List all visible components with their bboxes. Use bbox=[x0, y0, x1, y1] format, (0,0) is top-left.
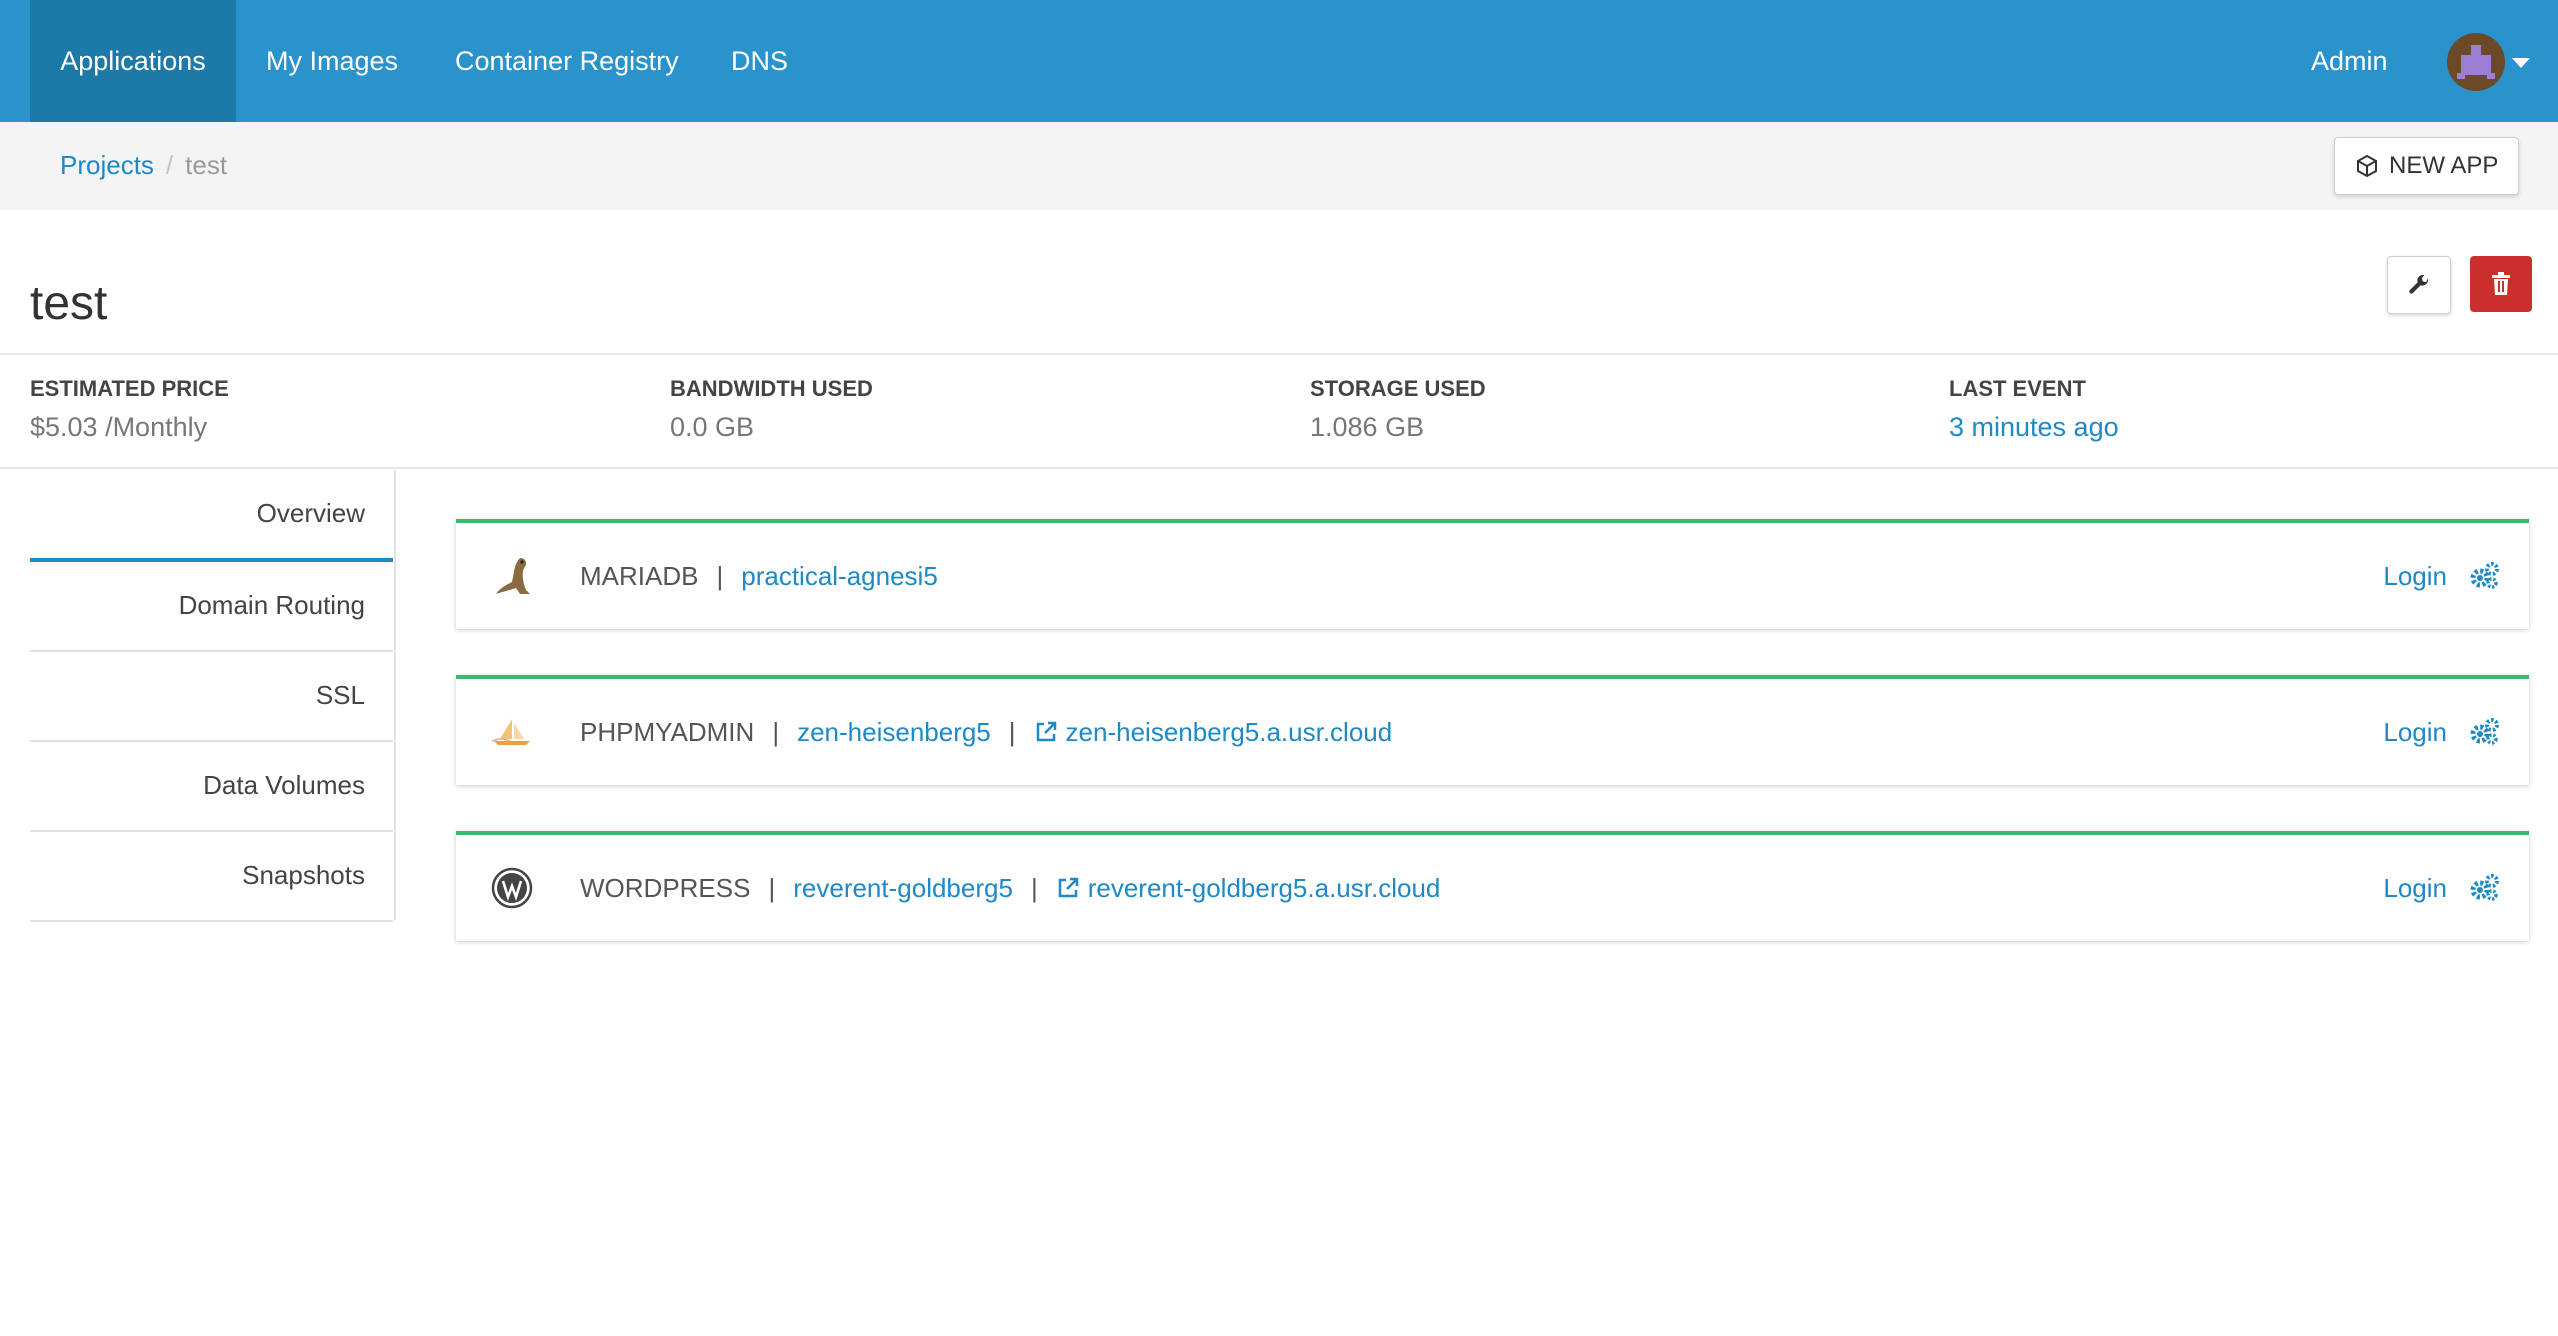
app-name: MARIADB bbox=[580, 560, 699, 591]
trash-icon bbox=[2492, 272, 2510, 295]
wordpress-icon bbox=[484, 860, 540, 916]
sidebar-item-label: Data Volumes bbox=[203, 769, 365, 800]
separator: | bbox=[1008, 716, 1016, 747]
gears-icon[interactable] bbox=[2469, 874, 2499, 902]
external-link-icon bbox=[1036, 721, 1056, 742]
sidebar-item-data-volumes[interactable]: Data Volumes bbox=[30, 740, 393, 832]
wrench-icon bbox=[2409, 274, 2428, 294]
breadcrumb-projects-link[interactable]: Projects bbox=[60, 150, 154, 181]
external-url-text: reverent-goldberg5.a.usr.cloud bbox=[1087, 872, 1441, 903]
sidebar-item-ssl[interactable]: SSL bbox=[30, 650, 393, 742]
separator: | bbox=[1030, 872, 1038, 903]
separator: | bbox=[772, 716, 780, 747]
sidebar-item-domain-routing[interactable]: Domain Routing bbox=[30, 560, 393, 652]
breadcrumb-bar bbox=[0, 122, 2558, 210]
app-card-wordpress: WORDPRESS | reverent-goldberg5 | reveren… bbox=[456, 831, 2529, 941]
nav-applications[interactable]: Applications bbox=[30, 0, 236, 122]
stat-label: LAST EVENT bbox=[1949, 376, 2086, 401]
new-app-label: NEW APP bbox=[2389, 152, 2499, 179]
sidebar-item-label: Snapshots bbox=[242, 859, 365, 890]
separator: | bbox=[768, 872, 776, 903]
page-title: test bbox=[30, 277, 108, 330]
app-card-phpmyadmin: PHPMYADMIN | zen-heisenberg5 | zen-heise… bbox=[456, 675, 2529, 785]
seal-icon bbox=[484, 548, 540, 604]
instance-link[interactable]: practical-agnesi5 bbox=[741, 561, 938, 592]
stat-value: 0.0 GB bbox=[670, 412, 755, 442]
external-url-link[interactable]: reverent-goldberg5.a.usr.cloud bbox=[1056, 872, 1441, 904]
stat-last-event: LAST EVENT 3 minutes ago bbox=[1949, 376, 2119, 443]
stat-label: STORAGE USED bbox=[1310, 376, 1486, 401]
login-link[interactable]: Login bbox=[2383, 873, 2447, 904]
external-url-text: zen-heisenberg5.a.usr.cloud bbox=[1065, 716, 1393, 747]
sidebar-item-label: SSL bbox=[315, 679, 365, 710]
gears-icon[interactable] bbox=[2469, 562, 2499, 590]
instance-link[interactable]: reverent-goldberg5 bbox=[793, 873, 1013, 904]
stat-label: BANDWIDTH USED bbox=[670, 376, 873, 401]
stat-storage: STORAGE USED 1.086 GB bbox=[1310, 376, 1486, 443]
sidebar-item-label: Overview bbox=[256, 497, 365, 528]
stat-value: 1.086 GB bbox=[1310, 412, 1425, 442]
separator: | bbox=[716, 560, 724, 591]
instance-link[interactable]: zen-heisenberg5 bbox=[797, 717, 991, 748]
sidebar-item-overview[interactable]: Overview bbox=[30, 468, 393, 562]
nav-dns[interactable]: DNS bbox=[731, 0, 788, 122]
login-link[interactable]: Login bbox=[2383, 717, 2447, 748]
app-name: WORDPRESS bbox=[580, 872, 751, 903]
last-event-link[interactable]: 3 minutes ago bbox=[1949, 412, 2119, 443]
cube-icon bbox=[2357, 154, 2377, 178]
nav-container-registry[interactable]: Container Registry bbox=[455, 0, 679, 122]
delete-button[interactable] bbox=[2470, 256, 2532, 312]
stat-value: $5.03 /Monthly bbox=[30, 412, 208, 442]
login-link[interactable]: Login bbox=[2383, 561, 2447, 592]
user-menu-label[interactable]: Admin bbox=[2311, 0, 2388, 122]
sidebar-item-snapshots[interactable]: Snapshots bbox=[30, 830, 393, 922]
sidebar-divider bbox=[394, 470, 396, 920]
settings-button[interactable] bbox=[2387, 256, 2451, 314]
app-name: PHPMYADMIN bbox=[580, 716, 755, 747]
breadcrumb-current: test bbox=[185, 150, 228, 180]
gears-icon[interactable] bbox=[2469, 718, 2499, 746]
breadcrumb-separator: / bbox=[165, 150, 174, 180]
sidebar-item-label: Domain Routing bbox=[178, 589, 365, 620]
breadcrumb: Projects / test bbox=[60, 150, 227, 181]
app-card-mariadb: MARIADB | practical-agnesi5 Login bbox=[456, 519, 2529, 629]
stat-estimated-price: ESTIMATED PRICE $5.03 /Monthly bbox=[30, 376, 229, 443]
nav-my-images[interactable]: My Images bbox=[266, 0, 398, 122]
new-app-button[interactable]: NEW APP bbox=[2334, 137, 2520, 195]
external-url-link[interactable]: zen-heisenberg5.a.usr.cloud bbox=[1034, 716, 1393, 748]
chevron-down-icon[interactable] bbox=[2512, 58, 2530, 68]
divider bbox=[0, 353, 2558, 355]
stat-label: ESTIMATED PRICE bbox=[30, 376, 229, 401]
sailboat-icon bbox=[484, 704, 540, 760]
avatar[interactable] bbox=[2447, 33, 2505, 91]
stat-bandwidth: BANDWIDTH USED 0.0 GB bbox=[670, 376, 873, 443]
external-link-icon bbox=[1058, 877, 1078, 898]
